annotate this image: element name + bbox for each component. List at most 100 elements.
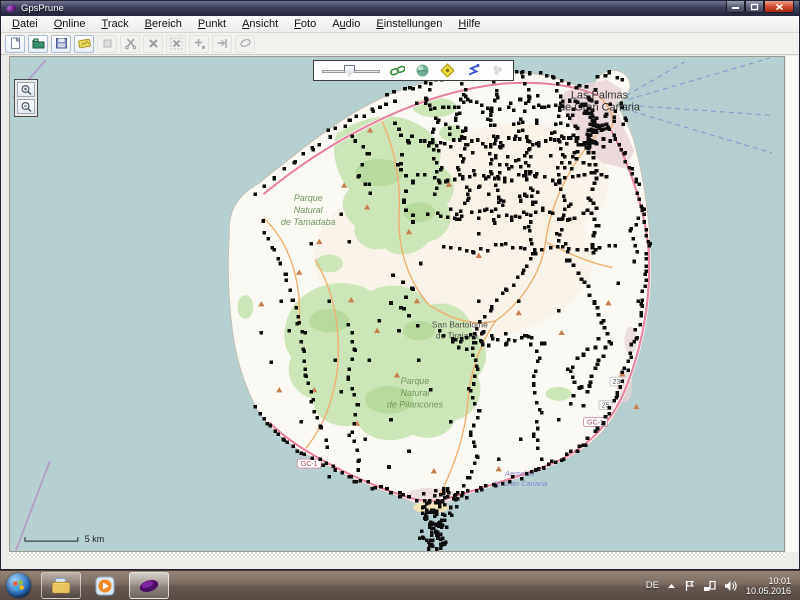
track-point[interactable] [514, 159, 518, 163]
track-point[interactable] [536, 439, 540, 443]
track-point[interactable] [339, 212, 343, 216]
track-point[interactable] [491, 337, 495, 341]
track-point[interactable] [457, 346, 461, 350]
close-button[interactable] [764, 1, 794, 13]
open-file-button[interactable] [28, 35, 48, 53]
track-point[interactable] [455, 212, 459, 216]
track-point[interactable] [621, 379, 625, 383]
track-point[interactable] [333, 468, 337, 472]
track-point[interactable] [496, 338, 500, 342]
track-point[interactable] [486, 107, 490, 111]
track-point[interactable] [523, 226, 527, 230]
track-point[interactable] [327, 475, 331, 479]
track-point[interactable] [428, 499, 432, 503]
track-point[interactable] [641, 298, 645, 302]
track-point[interactable] [350, 134, 354, 138]
track-point[interactable] [397, 127, 401, 131]
track-point[interactable] [573, 216, 577, 220]
track-point[interactable] [582, 211, 586, 215]
track-point[interactable] [498, 163, 502, 167]
track-point[interactable] [356, 468, 360, 472]
track-point[interactable] [518, 137, 522, 141]
track-point[interactable] [557, 115, 561, 119]
track-point[interactable] [524, 102, 528, 106]
track-point[interactable] [608, 406, 612, 410]
track-point[interactable] [566, 123, 570, 127]
track-point[interactable] [355, 448, 359, 452]
track-point[interactable] [587, 284, 591, 288]
track-point[interactable] [352, 422, 356, 426]
track-point[interactable] [512, 122, 516, 126]
track-point[interactable] [404, 190, 408, 194]
track-point[interactable] [346, 323, 350, 327]
track-point[interactable] [638, 197, 642, 201]
track-point[interactable] [556, 245, 560, 249]
track-point[interactable] [463, 201, 467, 205]
track-point[interactable] [559, 121, 563, 125]
track-point[interactable] [528, 96, 532, 100]
track-point[interactable] [468, 175, 472, 179]
track-point[interactable] [327, 299, 331, 303]
track-point[interactable] [514, 214, 518, 218]
track-point[interactable] [407, 449, 411, 453]
track-point[interactable] [639, 323, 643, 327]
track-point[interactable] [577, 174, 581, 178]
track-point[interactable] [419, 262, 423, 266]
track-point[interactable] [527, 225, 531, 229]
track-point[interactable] [397, 329, 401, 333]
track-point[interactable] [530, 242, 534, 246]
track-point[interactable] [311, 148, 315, 152]
track-point[interactable] [583, 173, 587, 177]
track-point[interactable] [441, 536, 445, 540]
track-point[interactable] [480, 332, 484, 336]
track-point[interactable] [602, 137, 606, 141]
track-point[interactable] [520, 71, 524, 75]
track-point[interactable] [531, 189, 535, 193]
track-point[interactable] [569, 449, 573, 453]
track-point[interactable] [549, 154, 553, 158]
track-point[interactable] [406, 139, 410, 143]
track-point[interactable] [456, 125, 460, 129]
track-point[interactable] [545, 74, 549, 78]
track-point[interactable] [437, 179, 441, 183]
track-point[interactable] [474, 341, 478, 345]
menu-bereich[interactable]: Bereich [137, 17, 190, 32]
track-point[interactable] [549, 246, 553, 250]
track-point[interactable] [592, 251, 596, 255]
track-point[interactable] [633, 260, 637, 264]
track-point[interactable] [635, 223, 639, 227]
track-point[interactable] [606, 332, 610, 336]
track-point[interactable] [302, 360, 306, 364]
track-point[interactable] [267, 237, 271, 241]
track-point[interactable] [536, 94, 540, 98]
track-point[interactable] [648, 244, 652, 248]
track-point[interactable] [411, 213, 415, 217]
volume-icon[interactable] [724, 580, 738, 592]
track-point[interactable] [595, 169, 599, 173]
track-point[interactable] [496, 135, 500, 139]
track-point[interactable] [582, 444, 586, 448]
track-point[interactable] [568, 161, 572, 165]
track-point[interactable] [477, 409, 481, 413]
track-point[interactable] [385, 93, 389, 97]
track-point[interactable] [515, 70, 519, 74]
track-point[interactable] [578, 444, 582, 448]
track-point[interactable] [570, 167, 574, 171]
track-point[interactable] [605, 122, 609, 126]
track-point[interactable] [424, 514, 428, 518]
show-photos-button[interactable] [489, 63, 505, 78]
track-point[interactable] [559, 147, 563, 151]
track-point[interactable] [433, 494, 437, 498]
track-point[interactable] [358, 479, 362, 483]
track-point[interactable] [556, 166, 560, 170]
track-point[interactable] [445, 526, 449, 530]
track-point[interactable] [389, 301, 393, 305]
track-point[interactable] [442, 245, 446, 249]
track-point[interactable] [554, 104, 558, 108]
track-point[interactable] [608, 244, 612, 248]
track-point[interactable] [470, 139, 474, 143]
track-point[interactable] [501, 203, 505, 207]
track-point[interactable] [520, 477, 524, 481]
track-point[interactable] [534, 468, 538, 472]
track-point[interactable] [586, 348, 590, 352]
